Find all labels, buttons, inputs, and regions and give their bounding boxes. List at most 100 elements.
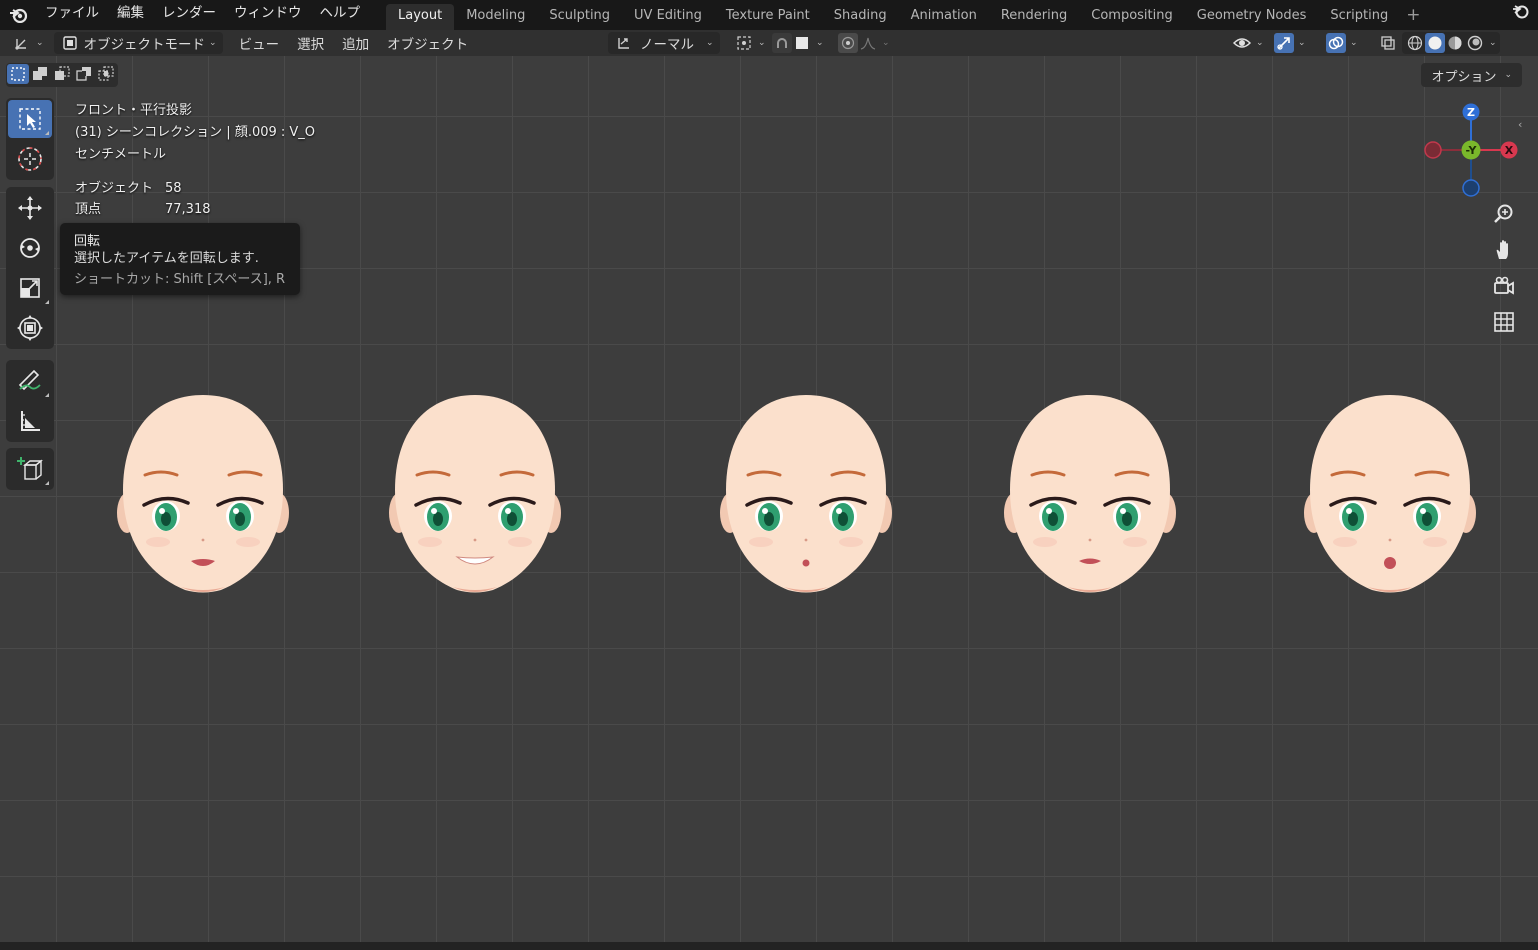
hand-icon — [1496, 240, 1508, 259]
select-subtract-icon[interactable] — [51, 64, 73, 84]
toolbar-annotate-group — [6, 360, 54, 442]
solid-shading-icon[interactable] — [1425, 33, 1445, 53]
chevron-down-icon: ⌄ — [1489, 38, 1497, 48]
collection-info: (31) シーンコレクション | 顔.009 : V_O — [75, 125, 316, 140]
xray-toggle[interactable] — [1372, 32, 1404, 54]
rendered-shading-icon[interactable] — [1465, 33, 1485, 53]
tab-uv-editing[interactable]: UV Editing — [622, 2, 714, 28]
stat-objects-value: 58 — [165, 181, 182, 196]
gizmo-z-label: Z — [1467, 106, 1475, 119]
tab-layout[interactable]: Layout — [386, 4, 455, 30]
orientation-icon — [614, 33, 634, 53]
tab-compositing[interactable]: Compositing — [1079, 2, 1185, 28]
tool-scale[interactable] — [8, 269, 52, 307]
tab-modeling[interactable]: Modeling — [454, 2, 537, 28]
pan-button[interactable] — [1488, 234, 1520, 266]
proportional-edit-toggle[interactable]: ⌄ — [832, 32, 896, 54]
eye-icon — [1232, 33, 1252, 53]
tool-move[interactable] — [8, 189, 52, 227]
tab-animation[interactable]: Animation — [899, 2, 989, 28]
toolbar-add-group — [6, 448, 54, 490]
mode-selector[interactable]: オブジェクトモード ⌄ — [53, 32, 223, 54]
unit-scale: センチメートル — [75, 147, 167, 162]
select-intersect-icon[interactable] — [95, 64, 117, 84]
overlays-icon — [1326, 33, 1346, 53]
tool-corner-indicator — [45, 481, 49, 485]
chevron-down-icon: ⌄ — [706, 38, 714, 48]
pivot-icon — [734, 33, 754, 53]
tool-corner-indicator — [45, 300, 49, 304]
chevron-down-icon: ⌄ — [758, 38, 766, 48]
wireframe-shading-icon[interactable] — [1405, 33, 1425, 53]
gizmo-neg-z-handle[interactable] — [1462, 179, 1480, 197]
tab-texture-paint[interactable]: Texture Paint — [714, 2, 822, 28]
pivot-point-button[interactable]: ⌄ — [728, 32, 772, 54]
tooltip: 回転 選択したアイテムを回転します. ショートカット: Shift [スペース]… — [60, 223, 300, 295]
scene-statistics: オブジェクト 58 頂点 77,318 — [75, 178, 315, 220]
magnet-icon — [772, 33, 792, 53]
add-workspace-plus-icon[interactable]: + — [1400, 5, 1426, 25]
tool-add-cube[interactable] — [8, 450, 52, 488]
chevron-down-icon: ⌄ — [1504, 70, 1512, 80]
menu-select[interactable]: 選択 — [291, 32, 330, 54]
gizmo-neg-x-handle[interactable] — [1424, 141, 1442, 159]
tool-transform[interactable] — [8, 309, 52, 347]
zoom-magnifier-icon — [1494, 204, 1513, 223]
stat-objects-label: オブジェクト — [75, 181, 154, 196]
menu-add[interactable]: 追加 — [336, 32, 375, 54]
chevron-down-icon: ⌄ — [1298, 38, 1306, 48]
tooltip-description: 選択したアイテムを回転します. — [74, 251, 259, 266]
menu-view[interactable]: ビュー — [233, 32, 286, 54]
navigation-gizmo[interactable]: Z X -Y — [1420, 100, 1524, 200]
tooltip-shortcut: ショートカット: Shift [スペース], R — [74, 272, 286, 287]
stat-vertices-label: 頂点 — [75, 202, 102, 217]
gizmo-toggle[interactable]: ⌄ — [1268, 32, 1312, 54]
select-new-icon[interactable] — [7, 64, 29, 84]
menu-window[interactable]: ウィンドウ — [225, 0, 311, 30]
menu-help[interactable]: ヘルプ — [311, 0, 370, 30]
select-extend-icon[interactable] — [29, 64, 51, 84]
menu-edit[interactable]: 編集 — [108, 0, 153, 30]
material-preview-icon[interactable] — [1445, 33, 1465, 53]
transform-orientation-selector[interactable]: ノーマル ⌄ — [608, 32, 720, 54]
scene-icon[interactable] — [1510, 4, 1532, 26]
sidebar-toggle-chevron-icon[interactable]: ‹ — [1518, 118, 1532, 136]
top-menu-bar: ファイル 編集 レンダー ウィンドウ ヘルプ Layout Modeling S… — [0, 0, 1538, 30]
tool-corner-indicator — [45, 131, 49, 135]
menu-object[interactable]: オブジェクト — [381, 32, 474, 54]
menu-render[interactable]: レンダー — [153, 0, 225, 30]
blender-logo-icon[interactable] — [6, 0, 32, 30]
tab-geometry-nodes[interactable]: Geometry Nodes — [1185, 2, 1319, 28]
camera-view-button[interactable] — [1488, 270, 1520, 302]
select-invert-icon[interactable] — [73, 64, 95, 84]
tool-select-box[interactable] — [8, 100, 52, 138]
tool-cursor[interactable] — [8, 140, 52, 178]
tool-measure[interactable] — [8, 402, 52, 440]
zoom-button[interactable] — [1488, 198, 1520, 230]
snap-toggle[interactable]: ⌄ — [766, 32, 830, 54]
axis-icon — [12, 33, 32, 53]
gizmo-icon — [1274, 33, 1294, 53]
xray-icon — [1378, 33, 1398, 53]
tab-shading[interactable]: Shading — [822, 2, 899, 28]
tab-scripting[interactable]: Scripting — [1318, 2, 1400, 28]
chevron-down-icon: ⌄ — [816, 38, 824, 48]
toolbar-select-group — [6, 98, 54, 180]
status-bar — [0, 942, 1538, 950]
shading-modes[interactable]: ⌄ — [1402, 32, 1500, 54]
tool-annotate[interactable] — [8, 362, 52, 400]
stat-vertices: 頂点 77,318 — [75, 199, 315, 220]
visibility-selector[interactable]: ⌄ — [1226, 32, 1270, 54]
overlays-toggle[interactable]: ⌄ — [1320, 32, 1364, 54]
editor-type-button[interactable]: ⌄ — [6, 32, 50, 54]
tool-rotate[interactable] — [8, 229, 52, 267]
chevron-down-icon: ⌄ — [882, 38, 890, 48]
ortho-toggle-button[interactable] — [1488, 306, 1520, 338]
chevron-down-icon: ⌄ — [1256, 38, 1264, 48]
orientation-label: ノーマル — [640, 37, 694, 53]
tab-sculpting[interactable]: Sculpting — [537, 2, 622, 28]
menu-file[interactable]: ファイル — [36, 0, 108, 30]
options-dropdown[interactable]: オプション ⌄ — [1421, 63, 1522, 87]
tab-rendering[interactable]: Rendering — [989, 2, 1079, 28]
falloff-curve-icon — [858, 33, 878, 53]
